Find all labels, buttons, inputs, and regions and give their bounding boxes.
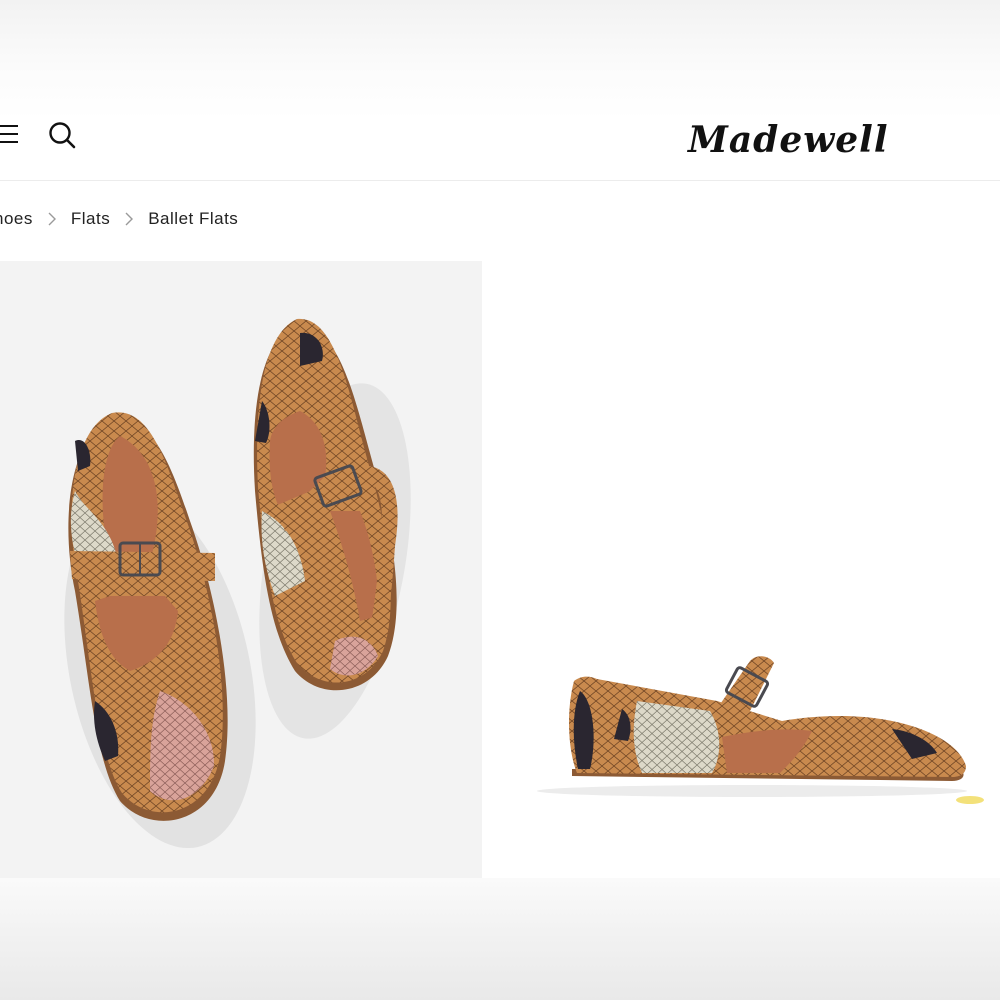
screenshot-bottom-margin xyxy=(0,878,1000,1000)
breadcrumb-item-flats[interactable]: Flats xyxy=(71,209,110,229)
breadcrumb-item-shoes[interactable]: hoes xyxy=(0,209,33,229)
product-image-top-view[interactable] xyxy=(0,261,482,878)
shoe-side-illustration xyxy=(537,656,984,804)
shoe-pair-illustration xyxy=(64,318,411,849)
brand-logo[interactable]: Madewell xyxy=(688,120,898,164)
search-icon[interactable] xyxy=(46,120,78,152)
site-header: Madewell xyxy=(0,120,1000,181)
breadcrumb: hoes Flats Ballet Flats xyxy=(0,206,238,232)
chevron-right-icon xyxy=(48,212,56,226)
screenshot-top-margin xyxy=(0,0,1000,120)
product-image-side-view[interactable] xyxy=(482,261,1000,878)
breadcrumb-item-ballet-flats[interactable]: Ballet Flats xyxy=(148,209,238,229)
chevron-right-icon xyxy=(125,212,134,226)
hamburger-menu-icon[interactable] xyxy=(0,122,18,148)
product-page: Madewell hoes Flats Ballet Flats xyxy=(0,120,1000,878)
